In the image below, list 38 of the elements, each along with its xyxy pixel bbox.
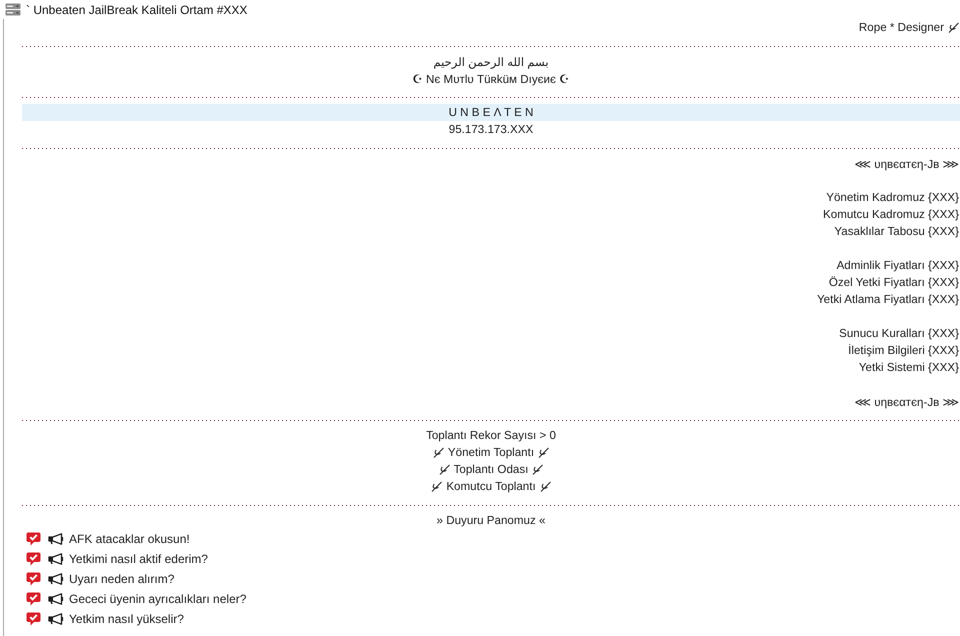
megaphone-icon xyxy=(48,533,64,545)
channel-item[interactable]: Yönetim Toplantı xyxy=(432,444,550,461)
channel-item[interactable]: 95.173.173.XXX xyxy=(448,121,534,138)
channel-item[interactable]: Yetki Sistemi {XXX} xyxy=(858,359,960,376)
megaphone-icon xyxy=(48,573,64,585)
channel-item[interactable]: Yasaklılar Tabosu {XXX} xyxy=(833,223,960,240)
chat-check-icon xyxy=(26,552,41,566)
channel-item[interactable]: AFK atacaklar okusun! xyxy=(68,531,191,547)
chat-check-icon xyxy=(26,532,41,546)
channel-item[interactable]: Gececi üyenin ayrıcalıkları neler? xyxy=(68,591,248,607)
channel-item[interactable]: Toplantı Rekor Sayısı > 0 xyxy=(425,427,557,444)
megaphone-icon xyxy=(48,553,64,565)
channel-item[interactable]: Yetki Atlama Fiyatları {XXX} xyxy=(816,291,960,308)
chat-check-icon xyxy=(26,572,41,586)
channel-item[interactable]: İletişim Bilgileri {XXX} xyxy=(847,342,960,359)
chat-check-icon xyxy=(26,612,41,626)
channel-item[interactable]: Uyarı neden alırım? xyxy=(68,571,176,587)
channel-item[interactable]: Komutcu Kadromuz {XXX} xyxy=(822,206,960,223)
channel-item[interactable]: Toplantı Odası xyxy=(438,461,544,478)
channel-item[interactable]: Komutcu Toplantı xyxy=(430,478,552,495)
channel-item[interactable]: Yetkimi nasıl aktif ederim? xyxy=(68,551,209,567)
channel-item[interactable]: Yetkim nasıl yükselir? xyxy=(68,611,185,627)
channel-item[interactable]: U N B E Λ T E N xyxy=(22,104,960,121)
channel-item[interactable]: ⋘ υηвєαтєη-Jв ⋙ xyxy=(854,393,960,410)
server-icon xyxy=(5,3,21,16)
channel-item[interactable]: » Duyuru Panomuz « xyxy=(436,512,546,529)
channel-item[interactable]: ⋘ υηвєαтєη-Jв ⋙ xyxy=(854,155,960,172)
chat-check-icon xyxy=(26,592,41,606)
channel-item[interactable]: Yönetim Kadromuz {XXX} xyxy=(825,189,960,206)
server-title[interactable]: ` Unbeaten JailBreak Kaliteli Ortam #XXX xyxy=(26,2,248,16)
channel-item[interactable]: Rope * Designer xyxy=(858,19,960,36)
channel-item[interactable]: ☪ Nє Mυтlυ Tüʀküм Dıуєиє ☪ xyxy=(411,70,571,87)
channel-item[interactable]: Özel Yetki Fiyatları {XXX} xyxy=(828,274,960,291)
channel-item[interactable]: Sunucu Kuralları {XXX} xyxy=(838,325,960,342)
channel-item[interactable]: Adminlik Fiyatları {XXX} xyxy=(836,257,960,274)
megaphone-icon xyxy=(48,613,64,625)
channel-item[interactable]: بسم الله الرحمن الرحيم xyxy=(432,53,550,70)
megaphone-icon xyxy=(48,593,64,605)
